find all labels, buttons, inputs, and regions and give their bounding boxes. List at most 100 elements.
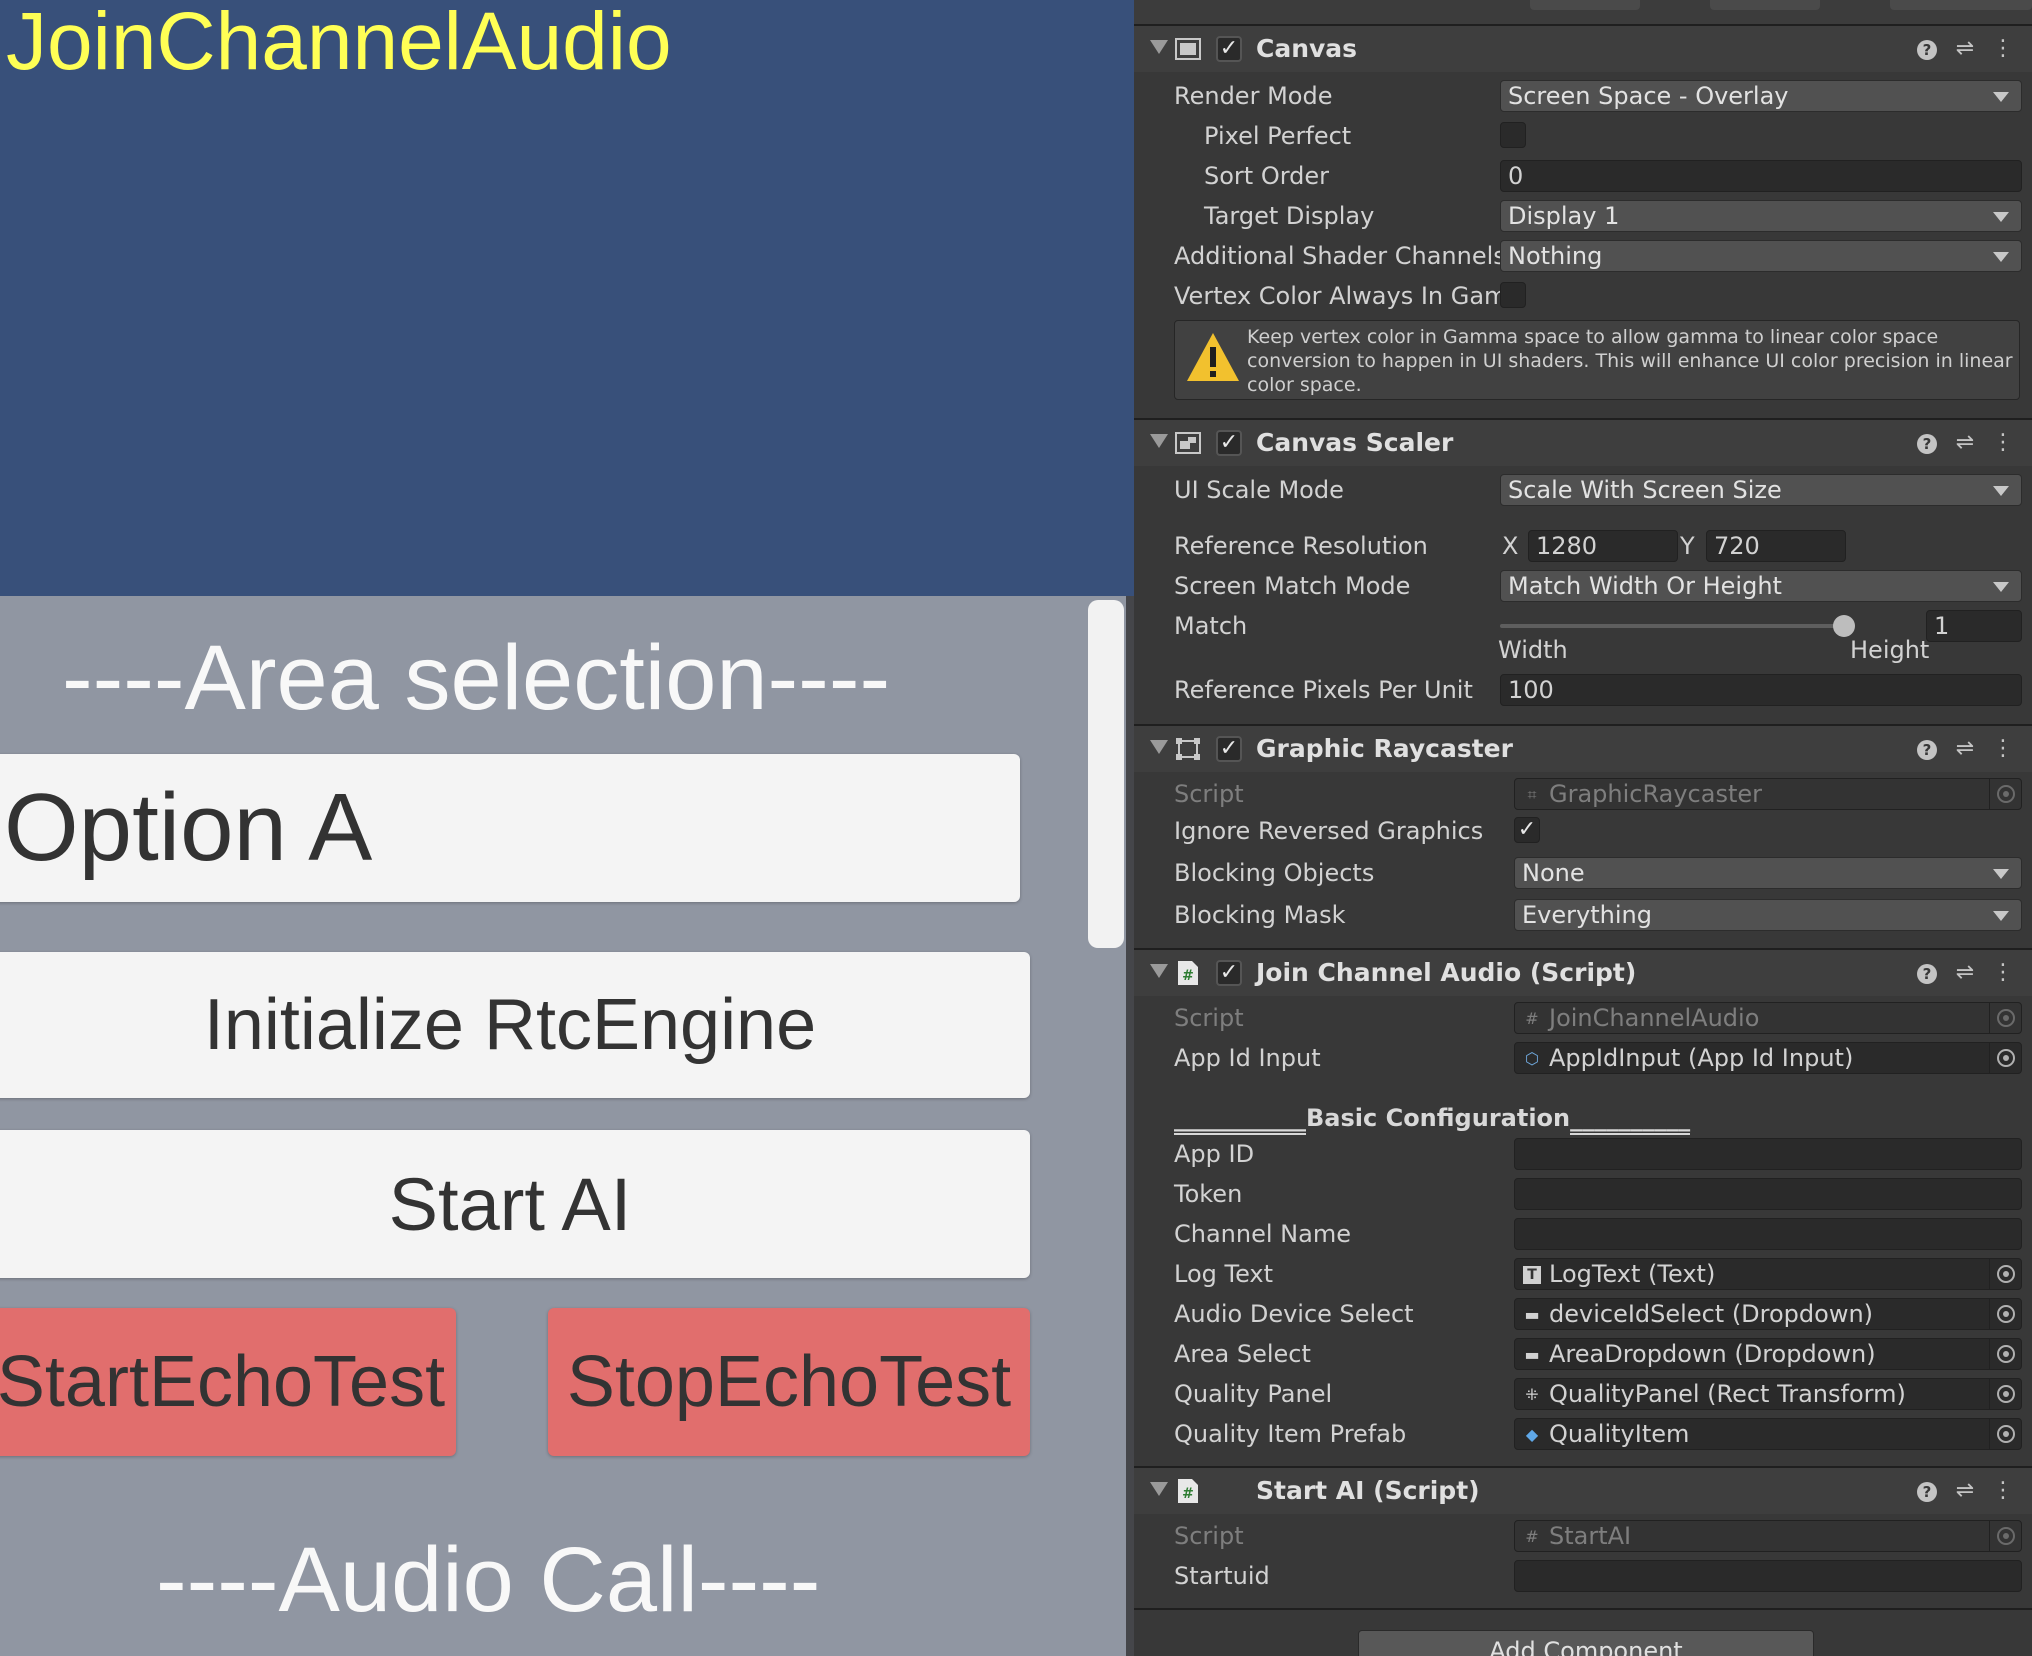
area-dropdown[interactable]: Option A [0, 754, 1020, 902]
foldout-arrow-icon[interactable] [1150, 434, 1168, 448]
join-channel-audio-component-header[interactable]: # ✓ Join Channel Audio (Script) ? ⇌ ⋮ [1134, 948, 2032, 996]
section-name: Basic Configuration [1306, 1104, 1571, 1132]
canvas-component-header[interactable]: ✓ Canvas ? ⇌ ⋮ [1134, 24, 2032, 72]
startuid-field[interactable] [1514, 1560, 2022, 1592]
vertex-gamma-label: Vertex Color Always In Gamn [1174, 282, 1500, 310]
canvas-scaler-component-header[interactable]: ✓ Canvas Scaler ? ⇌ ⋮ [1134, 418, 2032, 466]
app-id-label: App ID [1174, 1140, 1255, 1168]
match-slider-knob[interactable] [1833, 615, 1855, 637]
svg-text:#: # [1182, 968, 1194, 984]
game-scrollbar-thumb[interactable] [1088, 600, 1124, 948]
shader-channels-dropdown[interactable]: Nothing [1500, 240, 2022, 272]
help-icon[interactable]: ? [1914, 430, 1940, 456]
object-picker-icon[interactable] [1989, 1379, 2021, 1409]
start-ai-script-value: StartAI [1549, 1522, 1632, 1550]
object-picker-icon [1989, 1003, 2021, 1033]
start-echo-test-button[interactable]: StartEchoTest [0, 1308, 456, 1456]
foldout-arrow-icon[interactable] [1150, 740, 1168, 754]
sort-order-input[interactable]: 0 [1500, 160, 2022, 192]
kebab-menu-icon[interactable]: ⋮ [1990, 736, 2016, 762]
start-ai-script-label: Script [1174, 1522, 1244, 1550]
reference-resolution-y-input[interactable]: 720 [1706, 530, 1846, 562]
preset-sliders-icon[interactable]: ⇌ [1952, 430, 1978, 456]
channel-name-field[interactable] [1514, 1218, 2022, 1250]
jca-script-label: Script [1174, 1004, 1244, 1032]
graphic-raycaster-component-header[interactable]: ✓ Graphic Raycaster ? ⇌ ⋮ [1134, 724, 2032, 772]
object-picker-icon[interactable] [1989, 1339, 2021, 1369]
vertex-gamma-checkbox[interactable] [1500, 282, 1526, 308]
audio-device-select-field[interactable]: ▬ deviceIdSelect (Dropdown) [1514, 1298, 2022, 1330]
match-slider-track[interactable] [1500, 624, 1844, 628]
raycaster-script-label: Script [1174, 780, 1244, 808]
script-file-icon: # [1525, 1527, 1539, 1546]
match-label: Match [1174, 612, 1248, 640]
app-id-input-field[interactable]: ⬡ AppIdInput (App Id Input) [1514, 1042, 2022, 1074]
join-channel-audio-enabled-checkbox[interactable]: ✓ [1216, 960, 1242, 986]
top-strip-tab[interactable] [1710, 0, 1820, 10]
initialize-rtcengine-button[interactable]: Initialize RtcEngine [0, 952, 1030, 1098]
help-icon[interactable]: ? [1914, 736, 1940, 762]
graphic-raycaster-enabled-checkbox[interactable]: ✓ [1216, 736, 1242, 762]
game-title: JoinChannelAudio [6, 0, 672, 87]
blocking-mask-label: Blocking Mask [1174, 901, 1346, 929]
object-picker-icon[interactable] [1989, 1299, 2021, 1329]
help-icon[interactable]: ? [1914, 960, 1940, 986]
ignore-reversed-label: Ignore Reversed Graphics [1174, 817, 1484, 845]
pixels-per-unit-input[interactable]: 100 [1500, 674, 2022, 706]
pixel-perfect-checkbox[interactable] [1500, 122, 1526, 148]
quality-panel-field[interactable]: ⁜ QualityPanel (Rect Transform) [1514, 1378, 2022, 1410]
quality-item-prefab-field[interactable]: ◆ QualityItem [1514, 1418, 2022, 1450]
object-picker-icon[interactable] [1989, 1259, 2021, 1289]
app-id-input-label: App Id Input [1174, 1044, 1321, 1072]
foldout-arrow-icon[interactable] [1150, 1482, 1168, 1496]
preset-sliders-icon[interactable]: ⇌ [1952, 1478, 1978, 1504]
canvas-enabled-checkbox[interactable]: ✓ [1216, 36, 1242, 62]
help-icon[interactable]: ? [1914, 1478, 1940, 1504]
area-select-field[interactable]: ▬ AreaDropdown (Dropdown) [1514, 1338, 2022, 1370]
foldout-arrow-icon[interactable] [1150, 40, 1168, 54]
add-component-button[interactable]: Add Component [1358, 1630, 1814, 1656]
help-icon[interactable]: ? [1914, 36, 1940, 62]
sort-order-label: Sort Order [1204, 162, 1330, 190]
render-mode-dropdown[interactable]: Screen Space - Overlay [1500, 80, 2022, 112]
token-field[interactable] [1514, 1178, 2022, 1210]
start-ai-label: Start AI [388, 1162, 632, 1246]
screen-match-mode-dropdown[interactable]: Match Width Or Height [1500, 570, 2022, 602]
game-view: JoinChannelAudio ----Area selection---- … [0, 0, 1134, 1656]
canvas-scaler-title: Canvas Scaler [1256, 428, 1454, 457]
object-picker-icon[interactable] [1989, 1419, 2021, 1449]
screen-match-mode-value: Match Width Or Height [1508, 572, 1782, 600]
app-id-field[interactable] [1514, 1138, 2022, 1170]
start-ai-component-header[interactable]: # Start AI (Script) ? ⇌ ⋮ [1134, 1466, 2032, 1514]
preset-sliders-icon[interactable]: ⇌ [1952, 36, 1978, 62]
token-label: Token [1174, 1180, 1243, 1208]
jca-script-value: JoinChannelAudio [1549, 1004, 1760, 1032]
ui-scale-mode-dropdown[interactable]: Scale With Screen Size [1500, 474, 2022, 506]
kebab-menu-icon[interactable]: ⋮ [1990, 1478, 2016, 1504]
vertex-gamma-help-text: Keep vertex color in Gamma space to allo… [1247, 326, 2013, 396]
text-component-icon: T [1523, 1266, 1541, 1284]
canvas-scaler-enabled-checkbox[interactable]: ✓ [1216, 430, 1242, 456]
kebab-menu-icon[interactable]: ⋮ [1990, 36, 2016, 62]
match-value-input[interactable]: 1 [1926, 610, 2022, 642]
warning-icon [1187, 333, 1239, 381]
ignore-reversed-checkbox[interactable]: ✓ [1514, 817, 1540, 843]
preset-sliders-icon[interactable]: ⇌ [1952, 960, 1978, 986]
stop-echo-test-button[interactable]: StopEchoTest [548, 1308, 1030, 1456]
kebab-menu-icon[interactable]: ⋮ [1990, 960, 2016, 986]
blocking-objects-dropdown[interactable]: None [1514, 857, 2022, 889]
target-display-dropdown[interactable]: Display 1 [1500, 200, 2022, 232]
top-strip-tab[interactable] [1530, 0, 1640, 10]
kebab-menu-icon[interactable]: ⋮ [1990, 430, 2016, 456]
reference-resolution-x-input[interactable]: 1280 [1528, 530, 1678, 562]
preset-sliders-icon[interactable]: ⇌ [1952, 736, 1978, 762]
foldout-arrow-icon[interactable] [1150, 964, 1168, 978]
object-picker-icon[interactable] [1989, 1043, 2021, 1073]
audio-call-heading: ----Audio Call---- [156, 1529, 821, 1631]
log-text-field[interactable]: T LogText (Text) [1514, 1258, 2022, 1290]
rect-transform-icon: ⁜ [1525, 1385, 1539, 1404]
start-ai-button[interactable]: Start AI [0, 1130, 1030, 1278]
blocking-mask-dropdown[interactable]: Everything [1514, 899, 2022, 931]
shader-channels-value: Nothing [1508, 242, 1603, 270]
top-strip-tab[interactable] [1890, 0, 2032, 10]
